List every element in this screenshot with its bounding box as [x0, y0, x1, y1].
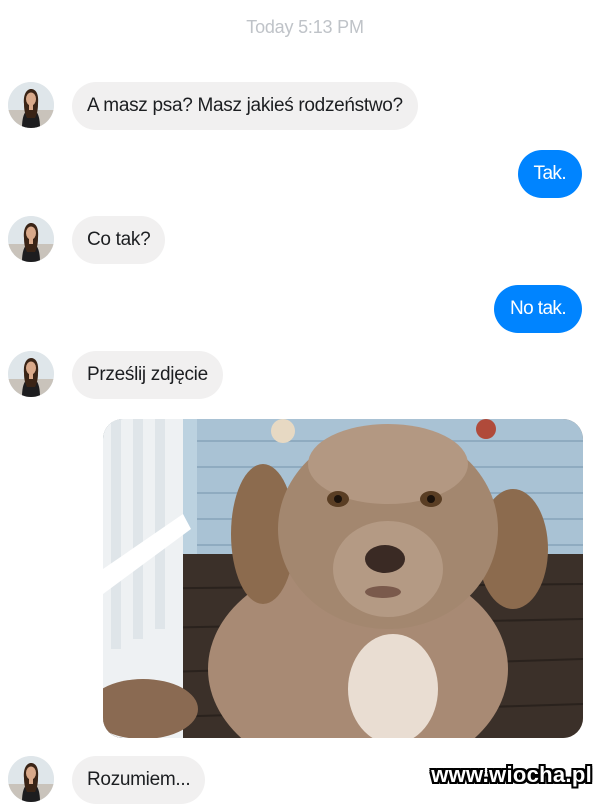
- avatar-photo: [8, 216, 54, 262]
- incoming-message-bubble: Rozumiem...: [72, 756, 206, 804]
- conversation-timestamp: Today 5:13 PM: [246, 17, 364, 37]
- image-message[interactable]: [103, 419, 583, 738]
- contact-avatar[interactable]: [8, 351, 54, 397]
- incoming-message-bubble: Co tak?: [72, 216, 166, 264]
- watermark: www.wiocha.pl: [431, 762, 592, 787]
- contact-avatar[interactable]: [8, 216, 54, 262]
- dog-photo: [103, 419, 583, 738]
- contact-avatar[interactable]: [8, 82, 54, 128]
- incoming-message-bubble: A masz psa? Masz jakieś rodzeństwo?: [72, 82, 418, 130]
- avatar-photo: [8, 351, 54, 397]
- message-row: Co tak?: [0, 216, 610, 264]
- outgoing-message-bubble: No tak.: [494, 285, 582, 333]
- avatar-photo: [8, 82, 54, 128]
- contact-avatar[interactable]: [8, 756, 54, 802]
- incoming-message-bubble: Prześlij zdjęcie: [72, 351, 223, 399]
- outgoing-message-bubble: Tak.: [517, 150, 582, 198]
- message-row: Prześlij zdjęcie: [0, 351, 610, 399]
- message-row: A masz psa? Masz jakieś rodzeństwo?: [0, 82, 610, 130]
- avatar-photo: [8, 756, 54, 802]
